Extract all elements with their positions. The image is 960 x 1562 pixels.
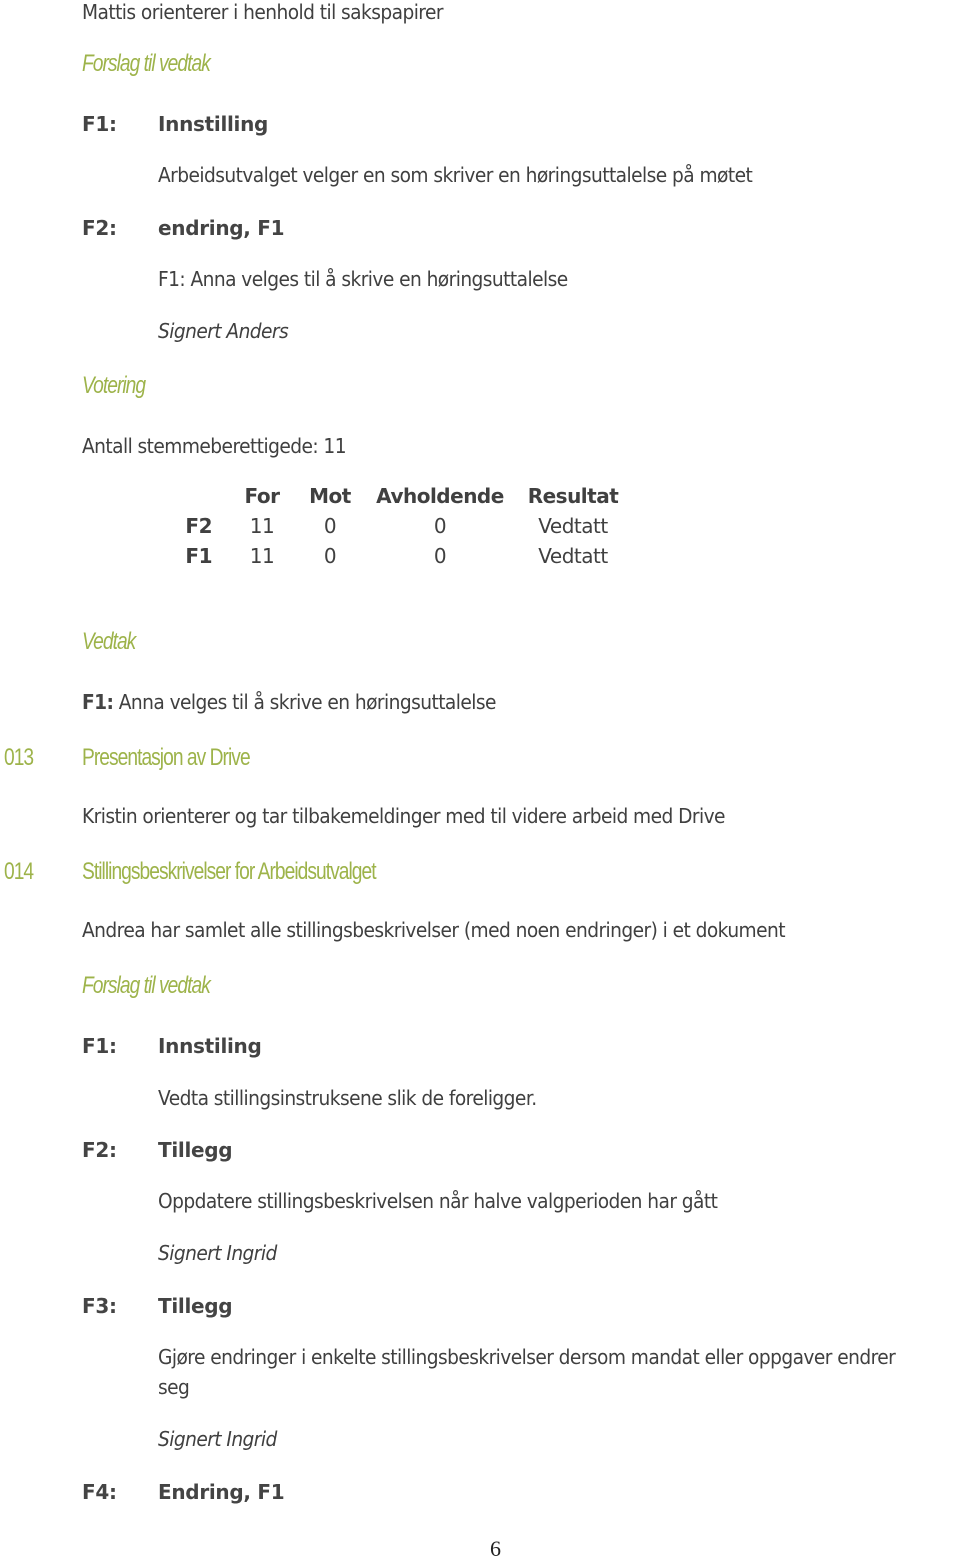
section-heading-voting: Votering [82, 372, 146, 399]
item-number: 013 [4, 744, 34, 771]
item-number: 014 [4, 858, 34, 885]
column-header-for: For [244, 484, 280, 508]
column-header-avholdende: Avholdende [376, 484, 504, 508]
proposal-title: Tillegg [158, 1294, 233, 1318]
decision-body: Anna velges til å skrive en høringsuttal… [113, 690, 497, 714]
proposal-text: Oppdatere stillingsbeskrivelsen når halv… [158, 1189, 718, 1213]
cell-mot: 0 [323, 514, 337, 538]
proposal-text: Vedta stillingsinstruksene slik de forel… [158, 1086, 537, 1110]
decision-text: F1: Anna velges til å skrive en høringsu… [82, 690, 496, 714]
item-title: Presentasjon av Drive [82, 744, 251, 771]
proposal-label: F4: [82, 1480, 117, 1504]
cell-mot: 0 [323, 544, 337, 568]
column-header-resultat: Resultat [527, 484, 619, 508]
proposal-title: Endring, F1 [158, 1480, 285, 1504]
eligible-voters: Antall stemmeberettigede: 11 [82, 434, 347, 458]
page-number: 6 [490, 1536, 501, 1561]
section-heading-decision: Vedtak [82, 628, 136, 655]
signed-by: Signert Anders [158, 319, 289, 343]
proposal-title: Innstiling [158, 1034, 262, 1058]
section-heading-proposals: Forslag til vedtak [82, 972, 211, 999]
signed-by: Signert Ingrid [158, 1241, 277, 1265]
cell-avholdende: 0 [433, 514, 447, 538]
signed-by: Signert Ingrid [158, 1427, 277, 1451]
proposal-title: Innstilling [158, 112, 269, 136]
cell-resultat: Vedtatt [538, 544, 608, 568]
column-header-mot: Mot [309, 484, 351, 508]
cell-for: 11 [249, 514, 275, 538]
row-id: F2 [185, 514, 212, 538]
decision-label: F1: [82, 690, 114, 714]
intro-text: Mattis orienterer i henhold til sakspapi… [82, 0, 444, 24]
proposal-label: F2: [82, 1138, 117, 1162]
section-heading-proposals: Forslag til vedtak [82, 50, 211, 77]
proposal-text: Arbeidsutvalget velger en som skriver en… [158, 163, 753, 187]
row-id: F1 [185, 544, 212, 568]
cell-resultat: Vedtatt [538, 514, 608, 538]
proposal-text: F1: Anna velges til å skrive en høringsu… [158, 267, 568, 291]
cell-for: 11 [249, 544, 275, 568]
proposal-text-continued: seg [158, 1375, 190, 1399]
proposal-title: Tillegg [158, 1138, 233, 1162]
proposal-text: Gjøre endringer i enkelte stillingsbeskr… [158, 1345, 896, 1369]
proposal-label: F1: [82, 1034, 117, 1058]
proposal-label: F1: [82, 112, 117, 136]
cell-avholdende: 0 [433, 544, 447, 568]
item-text: Andrea har samlet alle stillingsbeskrive… [82, 918, 786, 942]
proposal-title: endring, F1 [158, 216, 285, 240]
item-title: Stillingsbeskrivelser for Arbeidsutvalge… [82, 858, 377, 885]
proposal-label: F2: [82, 216, 117, 240]
item-text: Kristin orienterer og tar tilbakemelding… [82, 804, 725, 828]
proposal-label: F3: [82, 1294, 117, 1318]
